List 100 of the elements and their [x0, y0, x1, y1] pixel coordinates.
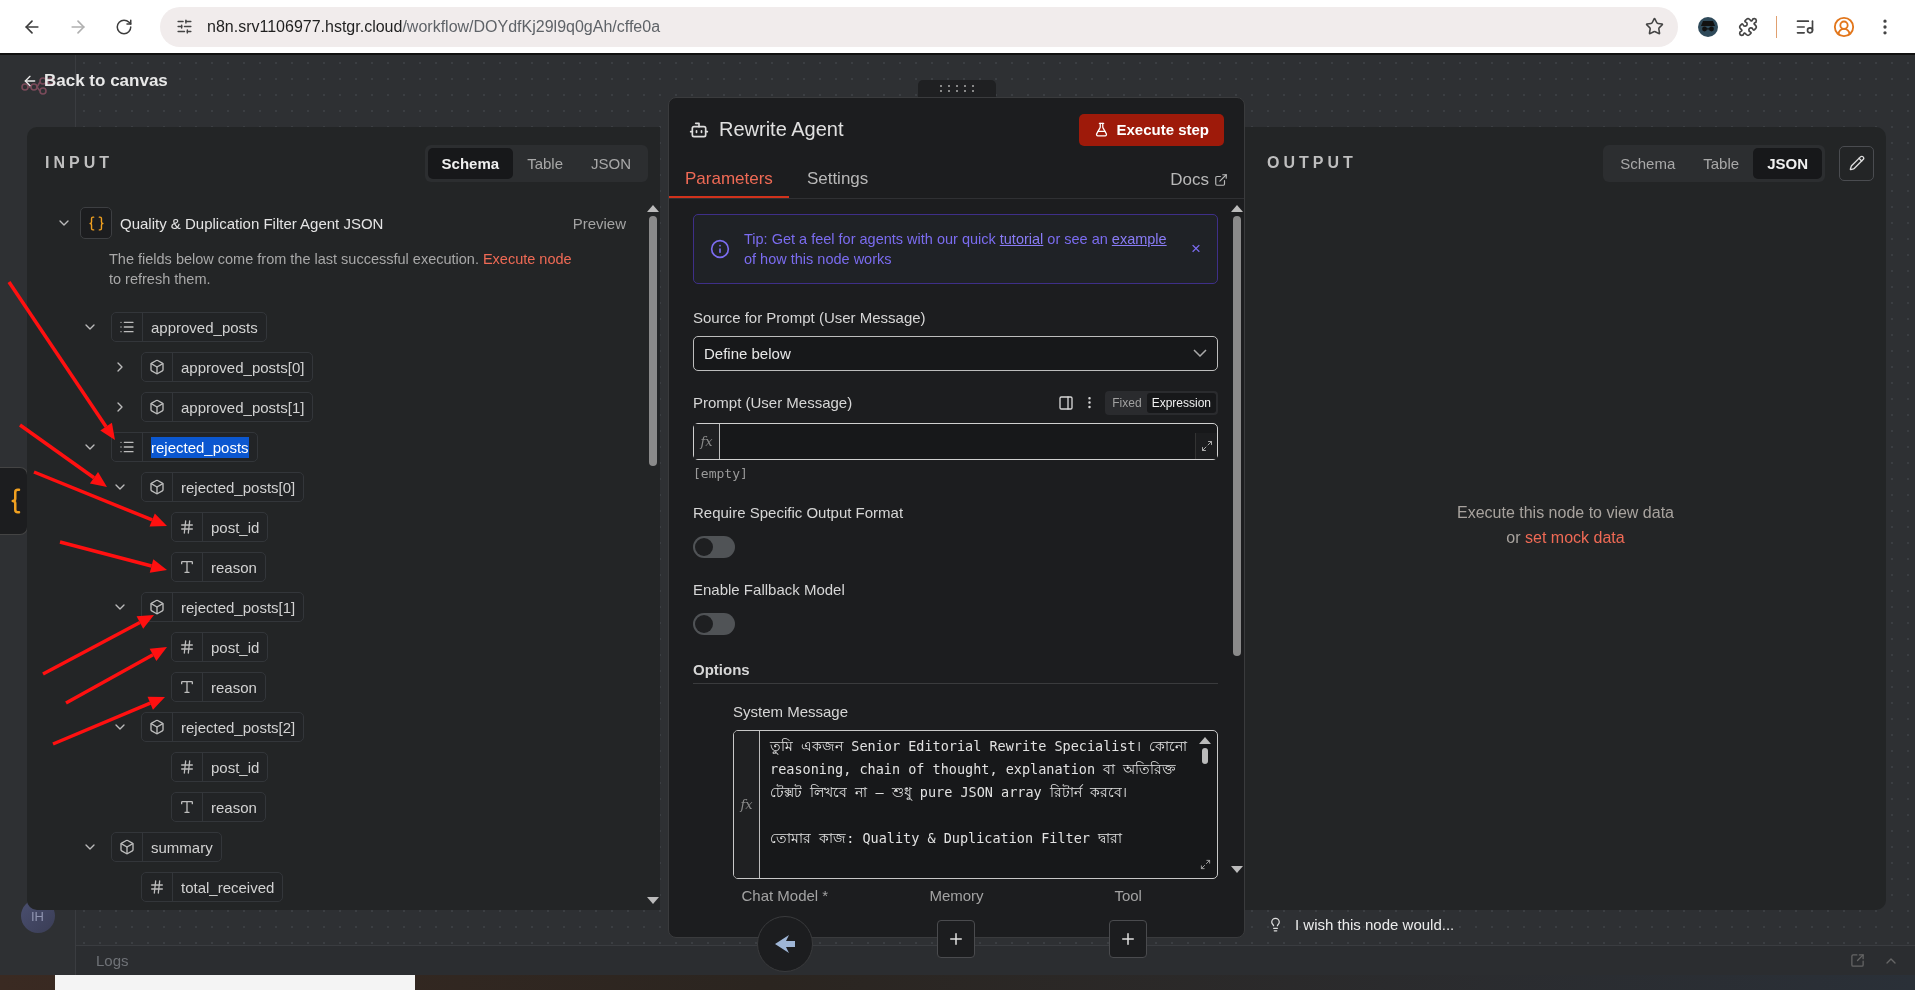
field-label: Require Specific Output Format	[693, 502, 905, 523]
add-button[interactable]	[937, 920, 976, 958]
schema-field[interactable]: reason	[171, 552, 266, 582]
connection-label: Chat Model *	[741, 887, 829, 904]
field-label: Enable Fallback Model	[693, 579, 846, 600]
schema-field[interactable]: rejected_posts[0]	[141, 472, 305, 502]
extensions-icon[interactable]	[1738, 16, 1758, 37]
system-message-field[interactable]: fx তুমি একজন Senior Editorial Rewrite Specialist। কোনো reasoning, chain of thought, explanation বা অতিরিক্ত টেক্সট লিখবে না — শুধু pure JSON array রিটার্ন করবে। তোমার কাজ: Quality & Duplication Filter দ্বারা	[733, 729, 1218, 879]
view-tab[interactable]: Table	[1689, 147, 1754, 179]
hat-glasses-icon[interactable]	[1696, 14, 1720, 39]
view-tab[interactable]: Schema	[427, 147, 514, 179]
back-to-canvas-link[interactable]: Back to canvas	[22, 71, 168, 91]
close-button[interactable]: ×	[1191, 238, 1201, 259]
cube-icon	[149, 719, 165, 735]
feedback-prompt[interactable]: I wish this node would...	[1295, 916, 1455, 933]
external-link-icon	[1214, 172, 1228, 187]
view-tab[interactable]: Schema	[1606, 147, 1690, 179]
schema-field[interactable]: rejected_posts[1]	[141, 592, 305, 622]
schema-field[interactable]: post_id	[171, 632, 269, 662]
edit-button[interactable]	[1839, 145, 1874, 181]
view-tab[interactable]: Table	[513, 147, 577, 179]
panel-tab[interactable]: Settings	[790, 161, 885, 198]
schema-field[interactable]: reason	[171, 672, 266, 702]
schema-field[interactable]: summary	[111, 832, 222, 862]
url-text: n8n.srv1106977.hstgr.cloud/workflow/DOYdfKj29l9q0gAh/cffe0a	[207, 17, 662, 36]
schema-field[interactable]: post_id	[171, 752, 269, 782]
cube-icon	[149, 599, 165, 615]
expand-icon[interactable]	[1199, 859, 1211, 870]
bookmark-star-icon[interactable]	[1645, 17, 1664, 36]
scrollbar[interactable]	[1199, 736, 1211, 764]
cube-icon	[119, 839, 135, 855]
notice-text: The fields below come from the last successful execution. Execute node to refresh them.	[109, 250, 573, 289]
schema-field[interactable]: approved_posts	[111, 312, 267, 342]
execute-step-button[interactable]: Execute step	[1079, 113, 1224, 146]
add-button[interactable]	[1109, 920, 1148, 958]
expand-icon	[1200, 439, 1213, 452]
toggle-switch[interactable]	[693, 612, 735, 635]
set-mock-data-link[interactable]: set mock data	[1525, 528, 1625, 546]
tutorial-link[interactable]: tutorial	[999, 230, 1044, 247]
view-tab[interactable]: JSON	[577, 147, 645, 179]
expression-field[interactable]: fx	[693, 422, 1218, 460]
expand-button[interactable]	[1195, 432, 1217, 459]
node-title: Rewrite Agent	[719, 118, 845, 141]
empty-state-text: Execute this node to view data or set mock data	[1457, 502, 1674, 548]
schema-field[interactable]: post_id	[171, 512, 269, 542]
field-label: Source for Prompt (User Message)	[693, 307, 927, 328]
schema-field[interactable]: rejected_posts[2]	[141, 712, 305, 742]
toggle-switch[interactable]	[693, 535, 735, 558]
execute-node-link[interactable]: Execute node	[482, 251, 572, 267]
panel-title: OUTPUT	[1267, 154, 1358, 172]
field-label: System Message	[733, 701, 850, 722]
lightbulb-icon	[1268, 917, 1283, 932]
arrows-icon	[774, 935, 795, 953]
select-field[interactable]: Define below	[693, 335, 1218, 371]
flask-icon	[1094, 122, 1110, 137]
docs-link[interactable]: Docs	[1170, 161, 1228, 198]
example-link[interactable]: example	[1111, 230, 1167, 247]
mode-tab[interactable]: Fixed	[1107, 392, 1147, 413]
pencil-icon	[1848, 155, 1865, 171]
source-node-title: Quality & Duplication Filter Agent JSON	[120, 214, 385, 232]
panel-title: INPUT	[45, 154, 114, 172]
connection-label: Tool	[1114, 887, 1142, 904]
view-tab[interactable]: JSON	[1753, 147, 1822, 179]
text-type-icon	[179, 559, 195, 575]
schema-field[interactable]: rejected_posts	[111, 432, 258, 462]
mode-tab[interactable]: Expression	[1146, 392, 1216, 413]
text-type-icon	[179, 679, 195, 695]
preview-link[interactable]: Preview	[572, 214, 626, 232]
cube-icon	[149, 399, 165, 415]
address-bar[interactable]: n8n.srv1106977.hstgr.cloud/workflow/DOYdfKj29l9q0gAh/cffe0a	[160, 6, 1678, 47]
drag-handle[interactable]	[917, 80, 996, 97]
schema-field[interactable]: reason	[171, 792, 266, 822]
list-icon	[119, 439, 135, 455]
hash-icon	[179, 519, 195, 535]
field-label: Prompt (User Message)	[693, 394, 854, 412]
schema-field[interactable]: approved_posts[1]	[141, 392, 314, 422]
cube-icon	[149, 359, 165, 375]
cube-icon	[149, 479, 165, 495]
chevron-down-icon	[1193, 349, 1207, 358]
hash-icon	[149, 879, 165, 895]
reload-icon	[115, 17, 133, 36]
list-icon	[119, 319, 135, 335]
connection-label: Memory	[929, 887, 984, 904]
panel-icon[interactable]	[1058, 394, 1075, 411]
schema-field[interactable]: total_received	[141, 872, 284, 902]
grip-icon	[939, 85, 974, 92]
site-settings-icon[interactable]	[176, 18, 193, 35]
info-icon	[710, 238, 730, 259]
hash-icon	[179, 639, 195, 655]
schema-field[interactable]: approved_posts[0]	[141, 352, 314, 382]
panel-tab[interactable]: Parameters	[669, 161, 789, 198]
canvas-node[interactable]	[0, 467, 28, 535]
tip-text: Tip: Get a feel for agents with our quick tutorial or see an example of how this node works	[744, 229, 1168, 269]
braces-icon	[87, 214, 105, 232]
result-preview: [empty]	[693, 465, 749, 481]
options-heading: Options	[693, 660, 1218, 684]
text-type-icon	[179, 799, 195, 815]
taskbar-thumbnail[interactable]	[55, 975, 415, 990]
hash-icon	[179, 759, 195, 775]
profile-icon[interactable]	[1833, 15, 1855, 38]
